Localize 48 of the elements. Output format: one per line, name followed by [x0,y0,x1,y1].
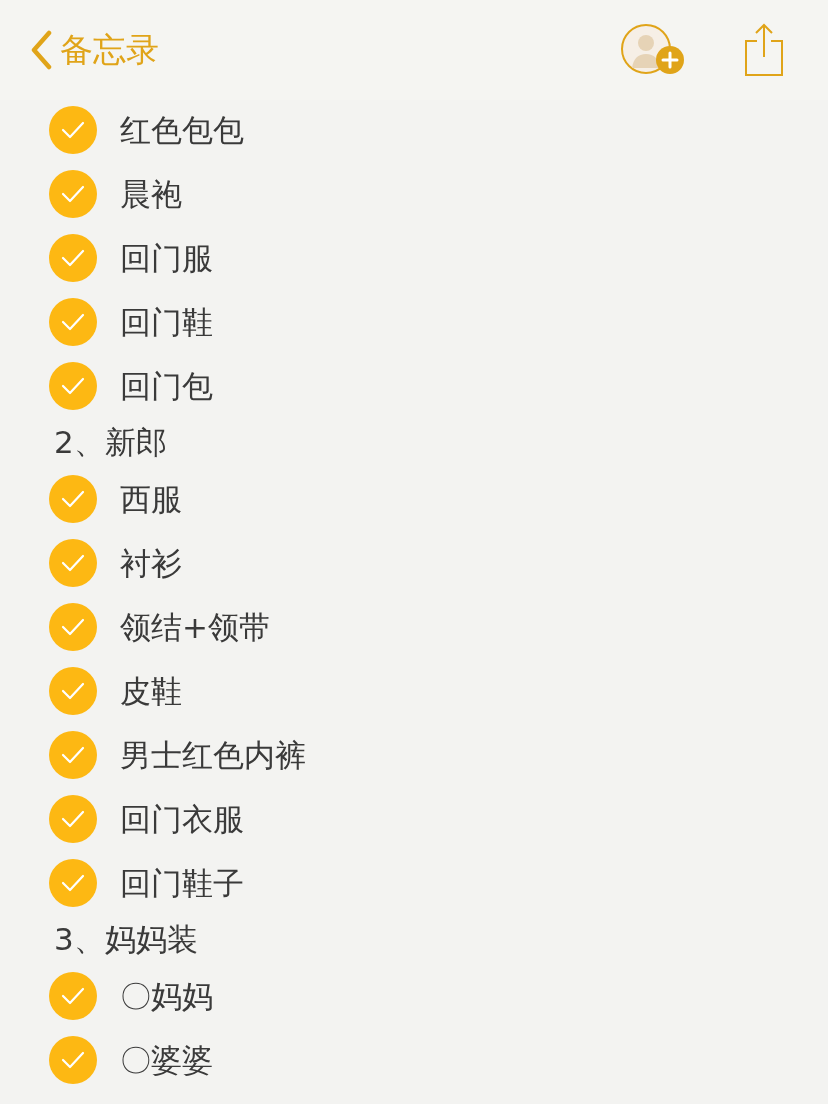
checkbox[interactable] [49,795,97,843]
checkbox[interactable] [49,170,97,218]
item-text: 衬衫 [120,543,182,583]
checkbox[interactable] [49,972,97,1020]
item-text: 回门鞋 [120,302,213,342]
checkbox[interactable] [49,859,97,907]
checkmark-icon [61,1051,85,1069]
checkbox[interactable] [49,362,97,410]
checkmark-icon [61,313,85,331]
checkmark-icon [61,810,85,828]
item-text: 领结+领带 [120,607,270,647]
item-text: 红色包包 [120,110,244,150]
checkbox[interactable] [49,539,97,587]
checkmark-icon [61,987,85,1005]
item-text: 西服 [120,479,182,519]
item-text: 晨袍 [120,174,182,214]
item-text: 回门包 [120,366,213,406]
checkbox[interactable] [49,667,97,715]
checkbox[interactable] [49,1036,97,1084]
checkbox[interactable] [49,475,97,523]
item-text: 男士红色内裤 [120,735,306,775]
chevron-left-icon [30,30,52,70]
section-heading: 2、新郎 [54,423,167,463]
checkmark-icon [61,874,85,892]
checkmark-icon [61,746,85,764]
back-button[interactable]: 备忘录 [30,25,159,75]
checkmark-icon [61,249,85,267]
item-text: 〇妈妈 [120,976,213,1016]
item-text: 〇婆婆 [120,1040,213,1080]
item-text: 回门鞋子 [120,863,244,903]
section-heading: 3、妈妈装 [54,920,198,960]
item-text: 回门服 [120,238,213,278]
checkmark-icon [61,618,85,636]
checkbox[interactable] [49,603,97,651]
checkbox[interactable] [49,298,97,346]
item-text: 皮鞋 [120,671,182,711]
checkmark-icon [61,490,85,508]
item-text: 回门衣服 [120,799,244,839]
share-icon[interactable] [744,23,784,77]
checkbox[interactable] [49,234,97,282]
add-person-icon[interactable] [620,24,686,76]
checkbox[interactable] [49,106,97,154]
checkmark-icon [61,377,85,395]
checkmark-icon [61,121,85,139]
checkmark-icon [61,554,85,572]
checkmark-icon [61,682,85,700]
checkmark-icon [61,185,85,203]
checkbox[interactable] [49,731,97,779]
